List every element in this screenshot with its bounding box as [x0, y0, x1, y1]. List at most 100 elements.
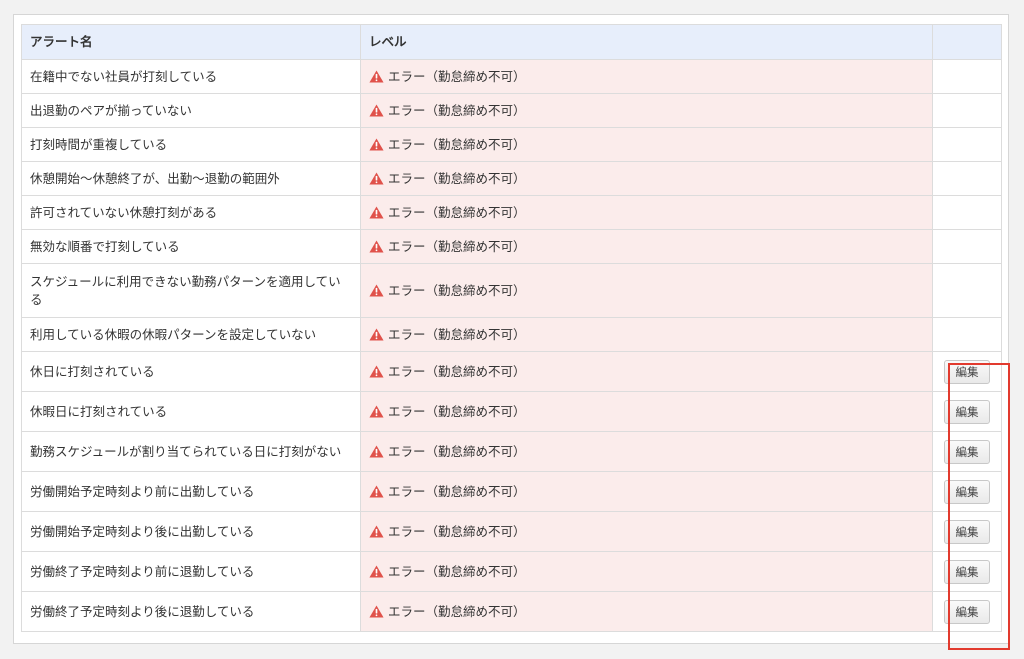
- alert-name-cell: 打刻時間が重複している: [21, 127, 361, 162]
- warning-triangle-icon: [369, 485, 384, 498]
- level-cell: エラー（勤怠締め不可）: [360, 431, 933, 472]
- warning-triangle-icon: [369, 284, 384, 297]
- action-cell: [932, 263, 1002, 318]
- level-indicator: エラー（勤怠締め不可）: [369, 238, 924, 256]
- warning-triangle-icon: [369, 605, 384, 618]
- alert-name-cell: 無効な順番で打刻している: [21, 229, 361, 264]
- table-row: 許可されていない休憩打刻がある エラー（勤怠締め不可）: [21, 195, 1002, 230]
- action-cell: [932, 195, 1002, 230]
- alert-name-cell: 休憩開始〜休憩終了が、出勤〜退勤の範囲外: [21, 161, 361, 196]
- level-cell: エラー（勤怠締め不可）: [360, 263, 933, 318]
- level-label: エラー（勤怠締め不可）: [388, 363, 526, 379]
- table-header-row: アラート名 レベル: [21, 24, 1002, 60]
- warning-triangle-icon: [369, 445, 384, 458]
- level-indicator: エラー（勤怠締め不可）: [369, 136, 924, 154]
- table-row: 勤務スケジュールが割り当てられている日に打刻がない エラー（勤怠締め不可） 編集: [21, 431, 1002, 472]
- level-label: エラー（勤怠締め不可）: [388, 403, 526, 419]
- alert-name-cell: 在籍中でない社員が打刻している: [21, 59, 361, 94]
- level-label: エラー（勤怠締め不可）: [388, 102, 526, 118]
- level-indicator: エラー（勤怠締め不可）: [369, 443, 924, 461]
- warning-triangle-icon: [369, 240, 384, 253]
- action-cell: [932, 93, 1002, 128]
- action-cell: [932, 161, 1002, 196]
- action-cell: 編集: [932, 351, 1002, 392]
- table-row: 無効な順番で打刻している エラー（勤怠締め不可）: [21, 229, 1002, 264]
- warning-triangle-icon: [369, 365, 384, 378]
- table-row: 在籍中でない社員が打刻している エラー（勤怠締め不可）: [21, 59, 1002, 94]
- alert-name-cell: 出退勤のペアが揃っていない: [21, 93, 361, 128]
- level-label: エラー（勤怠締め不可）: [388, 136, 526, 152]
- level-indicator: エラー（勤怠締め不可）: [369, 282, 924, 300]
- action-cell: [932, 59, 1002, 94]
- action-cell: [932, 229, 1002, 264]
- table-row: 利用している休暇の休暇パターンを設定していない エラー（勤怠締め不可）: [21, 317, 1002, 352]
- level-indicator: エラー（勤怠締め不可）: [369, 68, 924, 86]
- action-cell: 編集: [932, 391, 1002, 432]
- level-indicator: エラー（勤怠締め不可）: [369, 204, 924, 222]
- warning-triangle-icon: [369, 206, 384, 219]
- level-cell: エラー（勤怠締め不可）: [360, 59, 933, 94]
- alert-name-cell: 利用している休暇の休暇パターンを設定していない: [21, 317, 361, 352]
- table-row: 労働開始予定時刻より前に出勤している エラー（勤怠締め不可） 編集: [21, 471, 1002, 512]
- level-cell: エラー（勤怠締め不可）: [360, 161, 933, 196]
- table-row: 打刻時間が重複している エラー（勤怠締め不可）: [21, 127, 1002, 162]
- column-header-action: [932, 24, 1002, 60]
- level-indicator: エラー（勤怠締め不可）: [369, 102, 924, 120]
- edit-button[interactable]: 編集: [944, 599, 990, 624]
- alert-name-cell: 休日に打刻されている: [21, 351, 361, 392]
- edit-button[interactable]: 編集: [944, 399, 990, 424]
- level-cell: エラー（勤怠締め不可）: [360, 551, 933, 592]
- level-cell: エラー（勤怠締め不可）: [360, 351, 933, 392]
- level-cell: エラー（勤怠締め不可）: [360, 93, 933, 128]
- warning-triangle-icon: [369, 565, 384, 578]
- warning-triangle-icon: [369, 104, 384, 117]
- level-cell: エラー（勤怠締め不可）: [360, 471, 933, 512]
- level-label: エラー（勤怠締め不可）: [388, 523, 526, 539]
- level-indicator: エラー（勤怠締め不可）: [369, 363, 924, 381]
- action-cell: 編集: [932, 591, 1002, 632]
- action-cell: [932, 127, 1002, 162]
- level-label: エラー（勤怠締め不可）: [388, 483, 526, 499]
- level-cell: エラー（勤怠締め不可）: [360, 391, 933, 432]
- edit-button[interactable]: 編集: [944, 479, 990, 504]
- level-label: エラー（勤怠締め不可）: [388, 443, 526, 459]
- level-label: エラー（勤怠締め不可）: [388, 326, 526, 342]
- level-indicator: エラー（勤怠締め不可）: [369, 603, 924, 621]
- edit-button[interactable]: 編集: [944, 439, 990, 464]
- column-header-alert-name: アラート名: [21, 24, 361, 60]
- edit-button[interactable]: 編集: [944, 559, 990, 584]
- level-label: エラー（勤怠締め不可）: [388, 204, 526, 220]
- level-cell: エラー（勤怠締め不可）: [360, 317, 933, 352]
- table-row: 労働終了予定時刻より前に退勤している エラー（勤怠締め不可） 編集: [21, 551, 1002, 592]
- alert-name-cell: 労働終了予定時刻より後に退勤している: [21, 591, 361, 632]
- alert-name-cell: 労働終了予定時刻より前に退勤している: [21, 551, 361, 592]
- alert-name-cell: 許可されていない休憩打刻がある: [21, 195, 361, 230]
- table-row: 休暇日に打刻されている エラー（勤怠締め不可） 編集: [21, 391, 1002, 432]
- edit-button[interactable]: 編集: [944, 519, 990, 544]
- table-row: 出退勤のペアが揃っていない エラー（勤怠締め不可）: [21, 93, 1002, 128]
- level-indicator: エラー（勤怠締め不可）: [369, 523, 924, 541]
- table-row: 労働終了予定時刻より後に退勤している エラー（勤怠締め不可） 編集: [21, 591, 1002, 632]
- warning-triangle-icon: [369, 70, 384, 83]
- alert-name-cell: 労働開始予定時刻より後に出勤している: [21, 511, 361, 552]
- action-cell: 編集: [932, 551, 1002, 592]
- table-row: スケジュールに利用できない勤務パターンを適用している エラー（勤怠締め不可）: [21, 263, 1002, 318]
- level-indicator: エラー（勤怠締め不可）: [369, 403, 924, 421]
- level-indicator: エラー（勤怠締め不可）: [369, 326, 924, 344]
- alert-name-cell: 勤務スケジュールが割り当てられている日に打刻がない: [21, 431, 361, 472]
- warning-triangle-icon: [369, 138, 384, 151]
- alert-name-cell: 休暇日に打刻されている: [21, 391, 361, 432]
- table-row: 休憩開始〜休憩終了が、出勤〜退勤の範囲外 エラー（勤怠締め不可）: [21, 161, 1002, 196]
- level-label: エラー（勤怠締め不可）: [388, 282, 526, 298]
- action-cell: 編集: [932, 511, 1002, 552]
- warning-triangle-icon: [369, 405, 384, 418]
- level-label: エラー（勤怠締め不可）: [388, 238, 526, 254]
- alert-name-cell: 労働開始予定時刻より前に出勤している: [21, 471, 361, 512]
- level-indicator: エラー（勤怠締め不可）: [369, 483, 924, 501]
- alert-name-cell: スケジュールに利用できない勤務パターンを適用している: [21, 263, 361, 318]
- edit-button[interactable]: 編集: [944, 359, 990, 384]
- level-label: エラー（勤怠締め不可）: [388, 603, 526, 619]
- level-cell: エラー（勤怠締め不可）: [360, 511, 933, 552]
- level-indicator: エラー（勤怠締め不可）: [369, 170, 924, 188]
- level-label: エラー（勤怠締め不可）: [388, 170, 526, 186]
